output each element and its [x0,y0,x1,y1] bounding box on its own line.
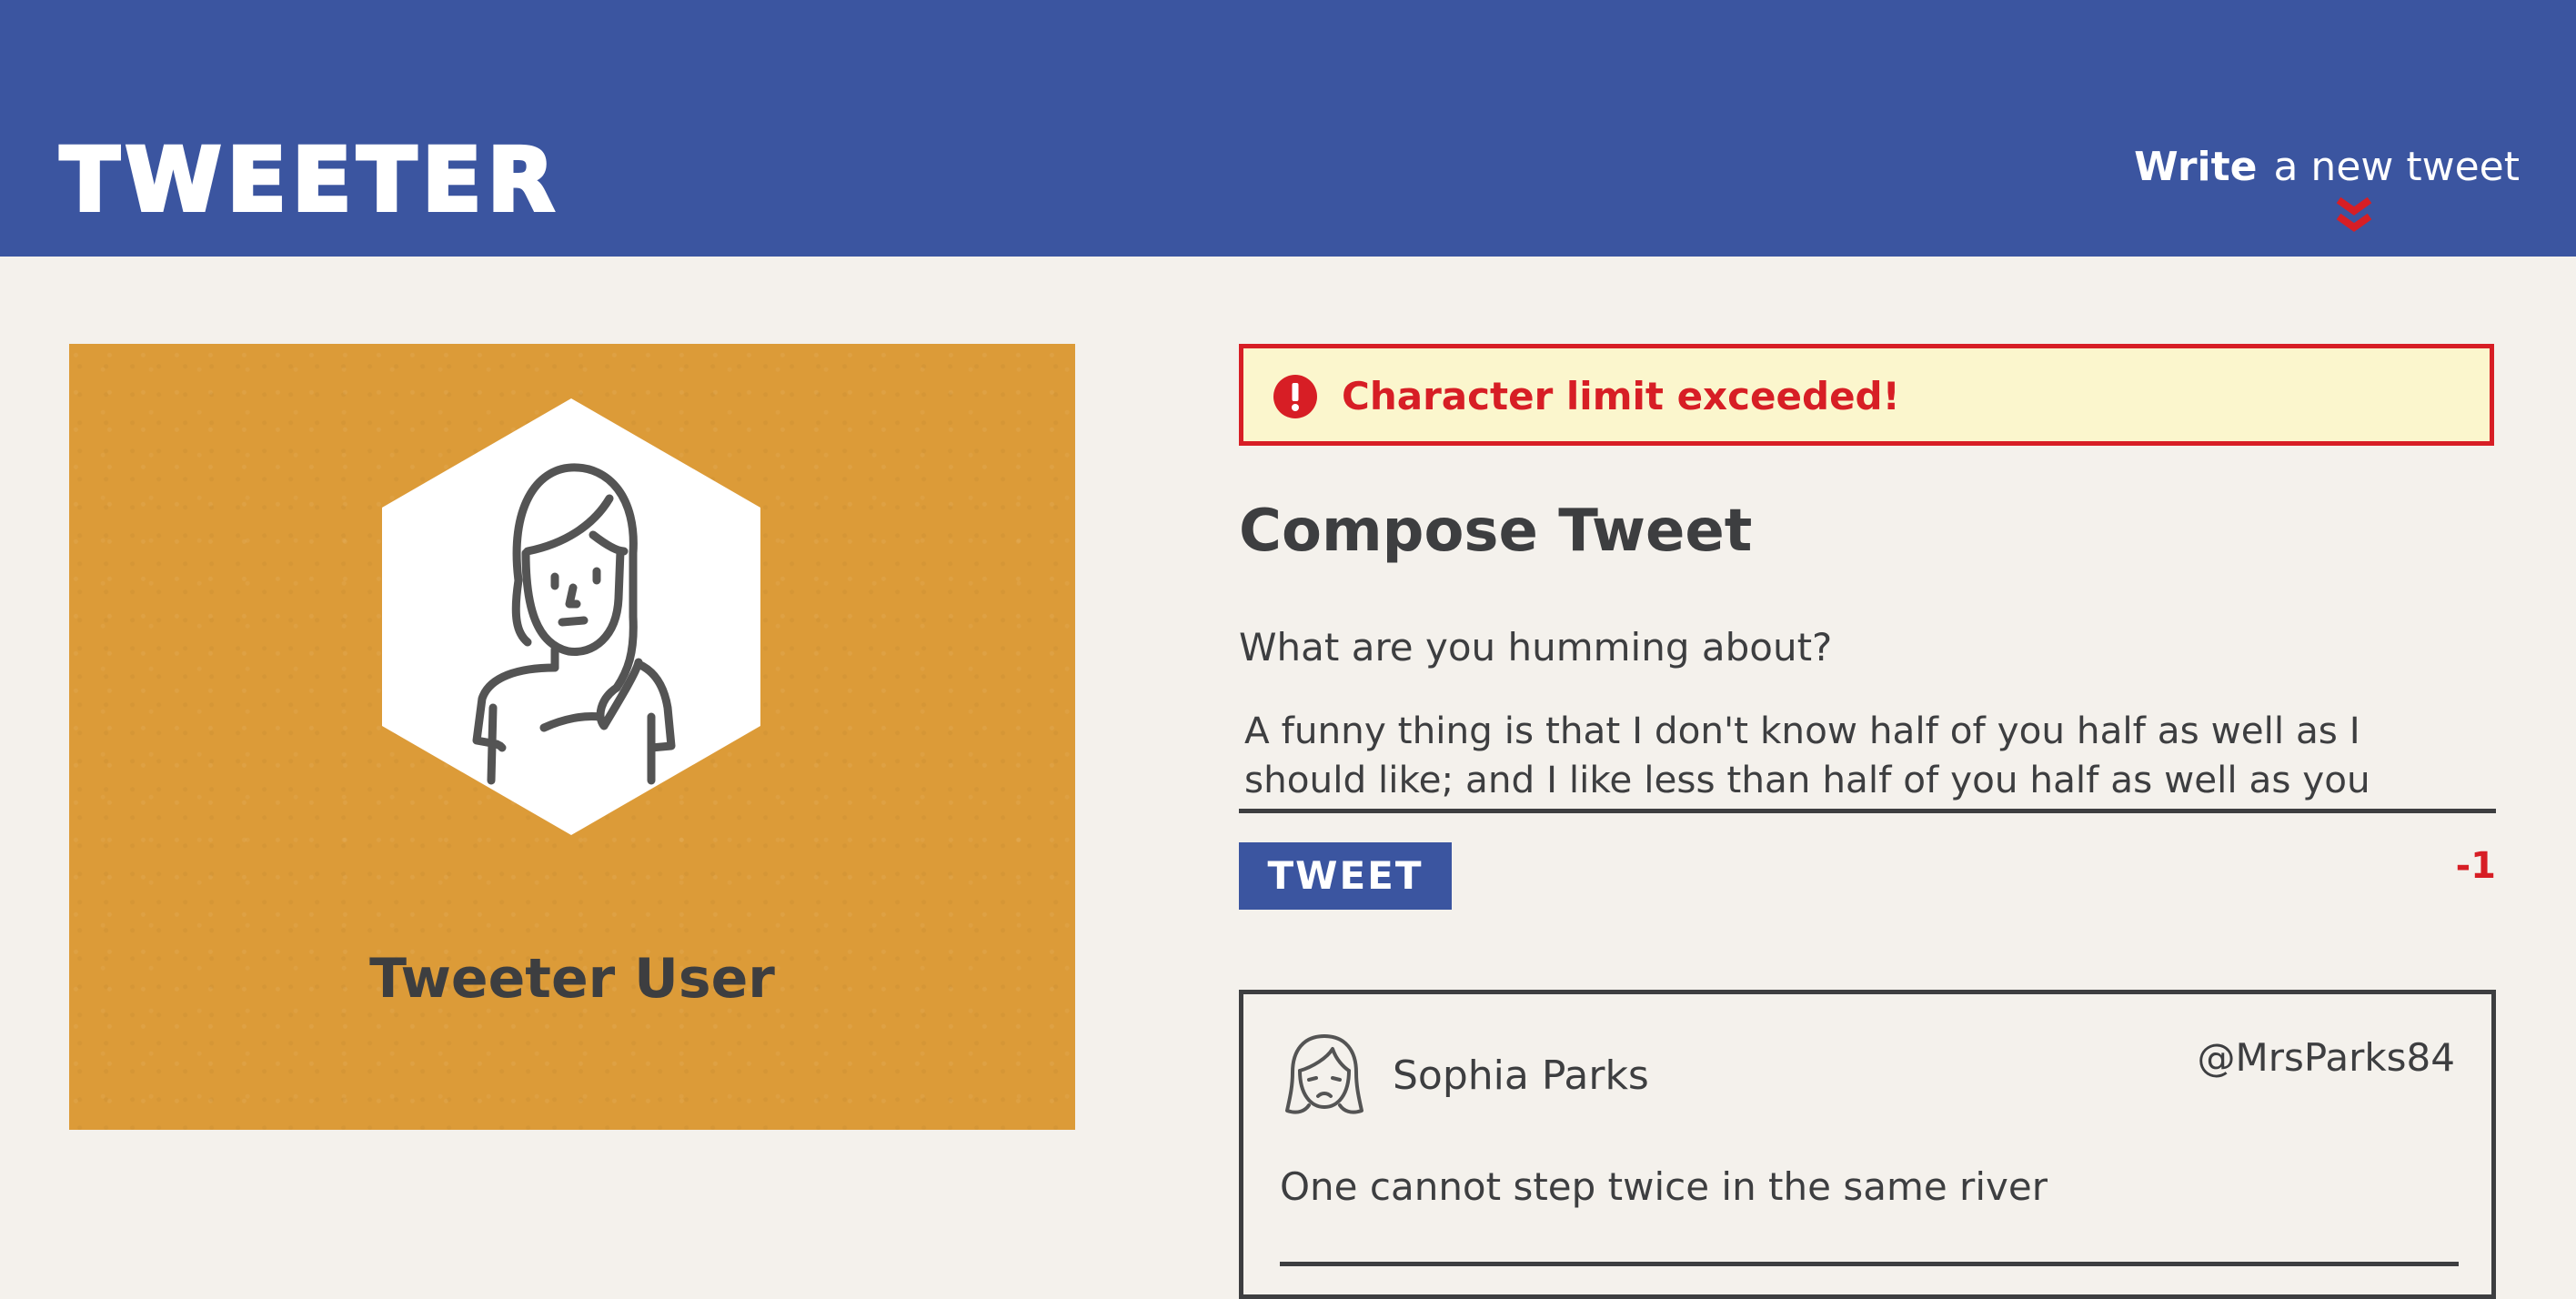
tweet-content: One cannot step twice in the same river [1280,1164,2048,1209]
character-counter: -1 [2455,845,2496,887]
exclamation-circle-icon [1273,375,1317,418]
error-message-text: Character limit exceeded! [1342,374,1900,418]
write-new-tweet-link[interactable]: Write a new tweet [2134,142,2520,193]
tweet-text-input[interactable]: A funny thing is that I don't know half … [1239,702,2496,813]
tweet-author-handle[interactable]: @MrsParks84 [2198,1032,2455,1083]
profile-name: Tweeter User [369,947,775,1011]
compose-title: Compose Tweet [1239,498,1753,565]
top-nav: TWEETER Write a new tweet [0,0,2576,257]
brand-logo[interactable]: TWEETER [58,133,560,227]
tweet-author-name: Sophia Parks [1393,1052,1649,1099]
tweet-input-label: What are you humming about? [1239,625,1833,670]
tweet-card: Sophia Parks @MrsParks84 One cannot step… [1239,990,2496,1299]
chevron-double-down-icon[interactable] [2333,196,2375,235]
profile-card: Tweeter User [69,344,1075,1130]
error-message-box: Character limit exceeded! [1239,344,2494,446]
sad-woman-avatar-icon [1285,1034,1363,1114]
write-label-bold: Write [2134,144,2258,190]
tweet-submit-button[interactable]: TWEET [1239,842,1452,910]
tweet-divider [1280,1262,2459,1266]
write-label-rest: a new tweet [2273,144,2520,190]
woman-avatar-icon [382,398,760,835]
